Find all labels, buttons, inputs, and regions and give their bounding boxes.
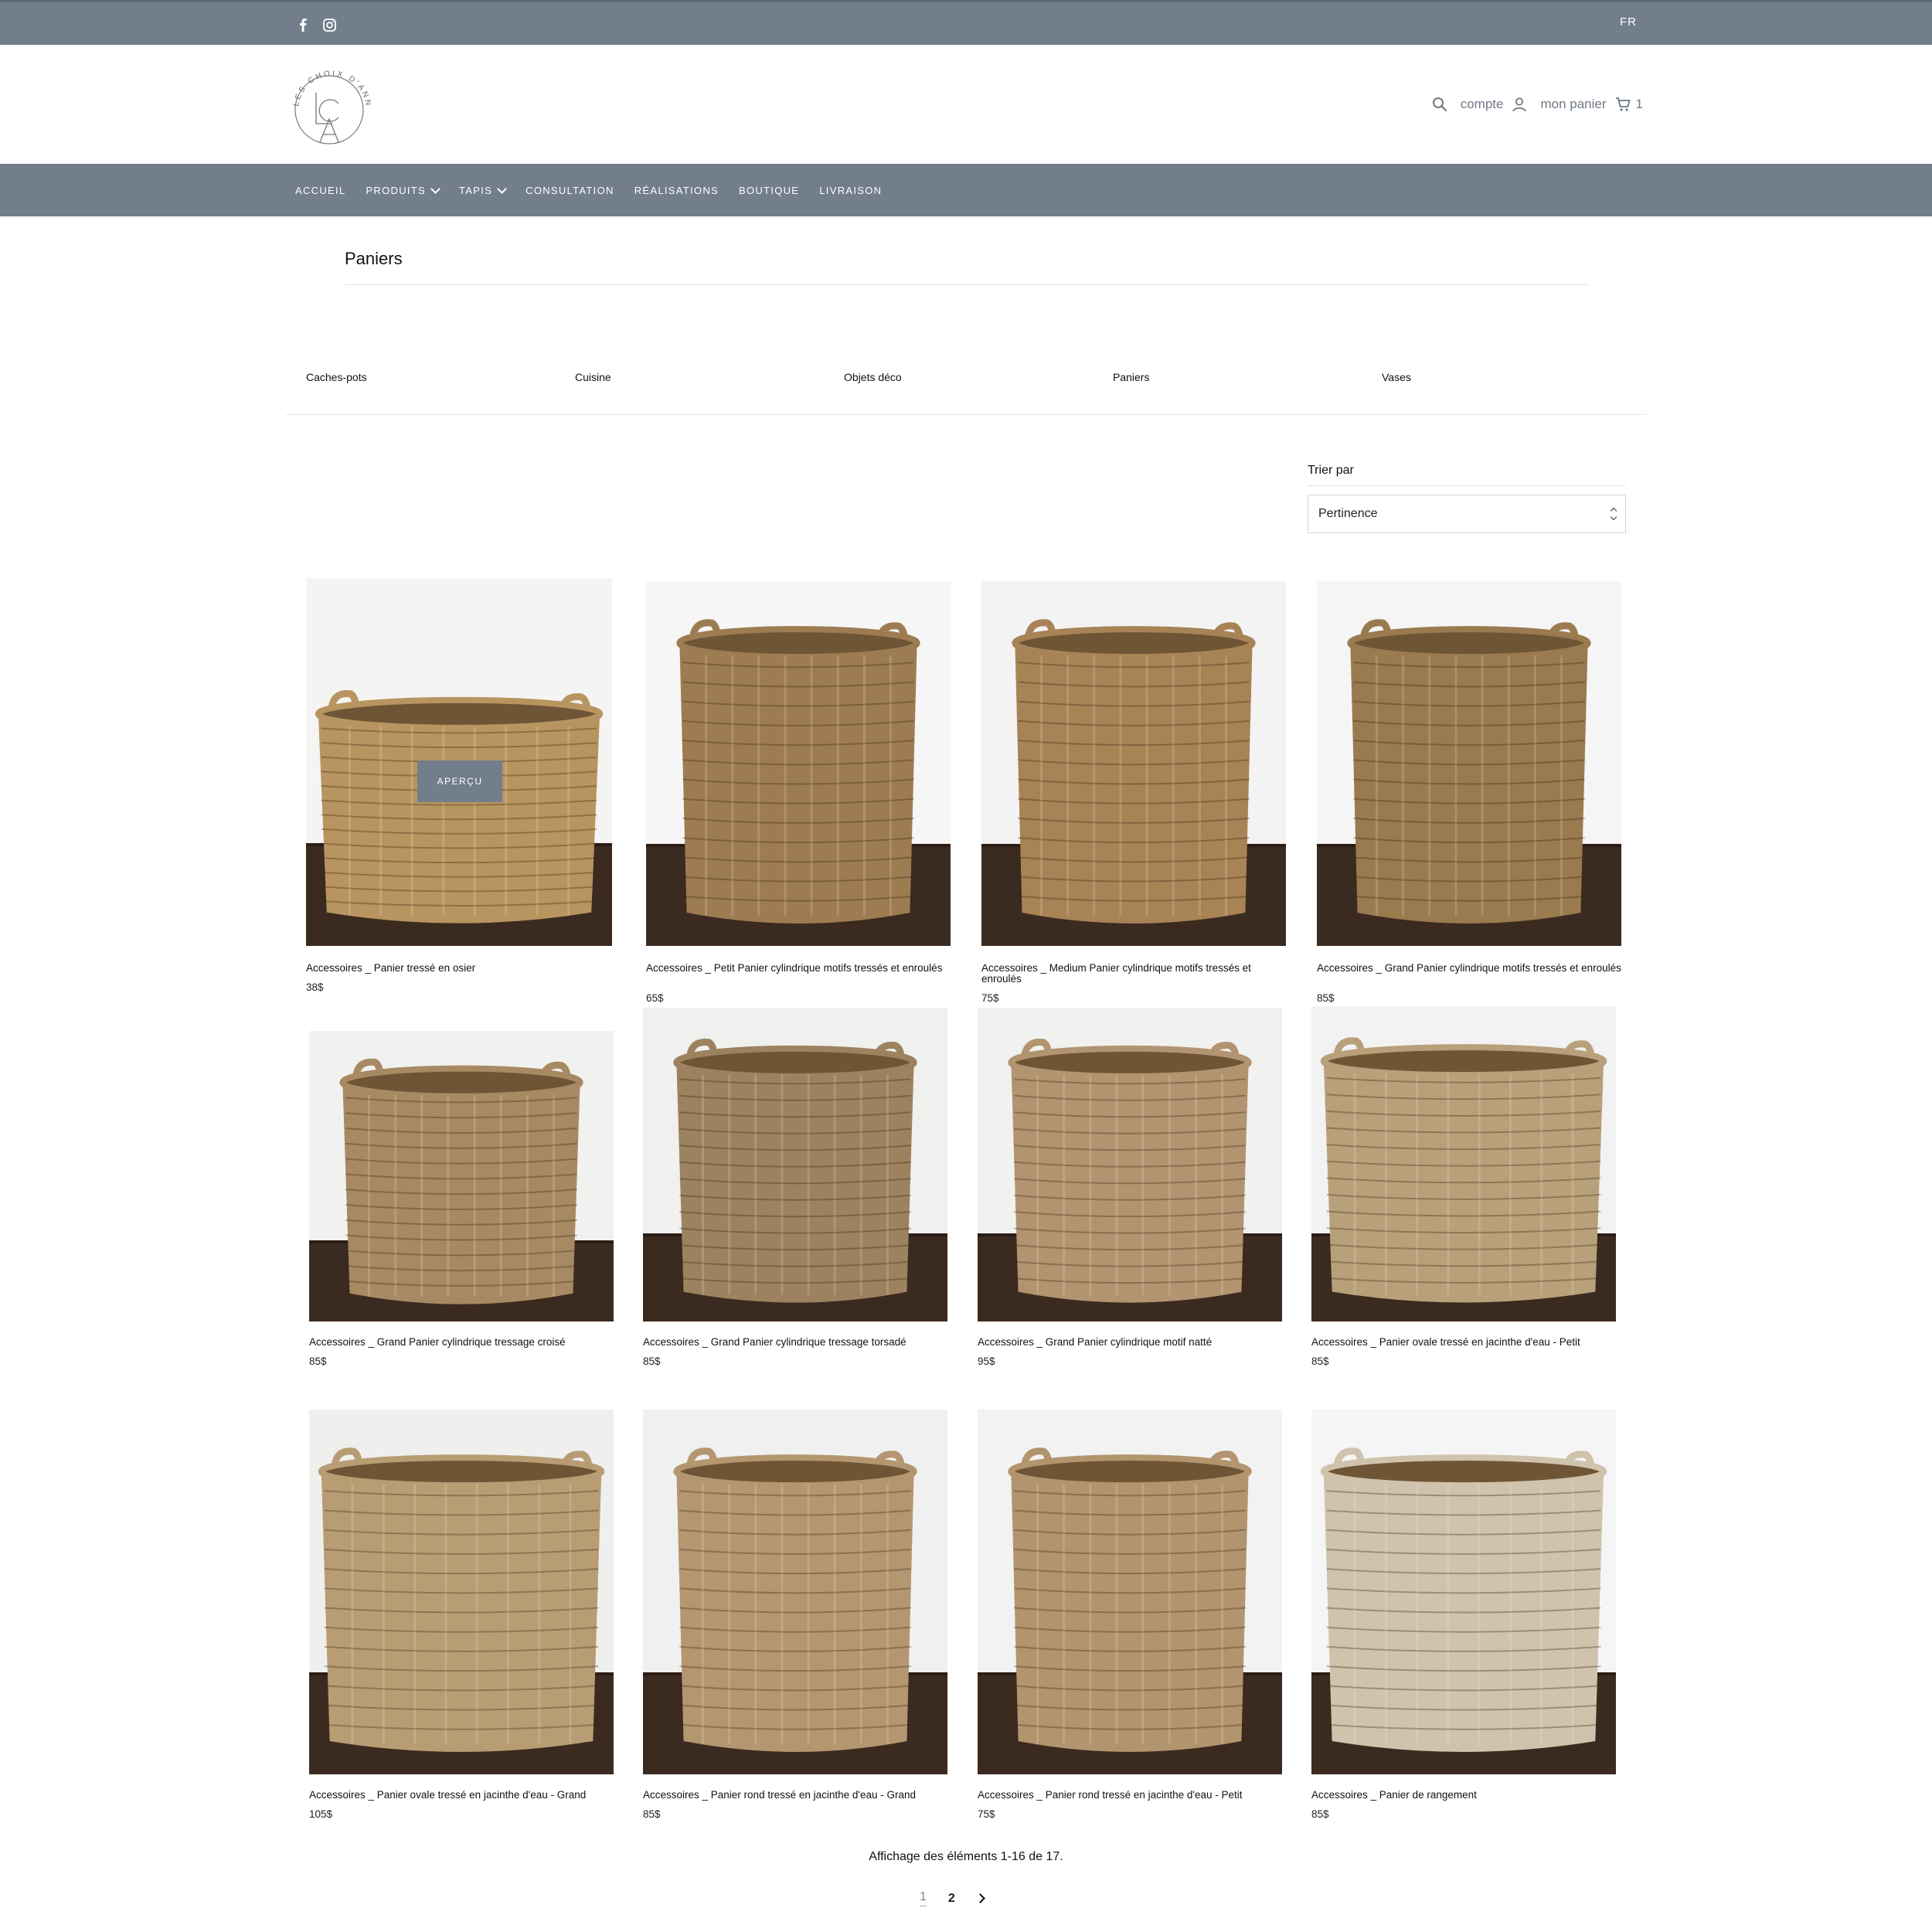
product-image[interactable] [981,581,1286,946]
nav-item-accueil[interactable]: ACCUEIL [295,185,345,196]
account-link[interactable]: compte [1461,97,1504,112]
product-name[interactable]: Accessoires _ Grand Panier cylindrique m… [1317,963,1621,974]
top-bar: FR [0,0,1932,45]
cart-link[interactable]: mon panier [1540,97,1606,112]
product-price: 85$ [1317,992,1335,1004]
site-logo[interactable]: LES CHOIX D'ANNIE [284,56,377,153]
product-price: 85$ [1311,1808,1329,1820]
nav-item-produits[interactable]: PRODUITS [366,183,440,196]
product-price: 38$ [306,981,324,993]
select-arrows-icon [1610,507,1617,521]
nav-item-consultation[interactable]: CONSULTATION [526,185,614,196]
cart-icon[interactable] [1614,96,1631,113]
product-name[interactable]: Accessoires _ Panier de rangement [1311,1790,1616,1801]
product-image[interactable] [643,1008,947,1321]
product-price: 85$ [309,1355,327,1367]
category-caches-pots[interactable]: Caches-pots [306,371,575,383]
chevron-down-icon [497,183,508,194]
product-image[interactable] [643,1410,947,1774]
product-image[interactable] [978,1008,1282,1321]
nav-label: TAPIS [459,184,493,196]
chevron-down-icon [430,183,440,194]
chevron-right-icon[interactable] [975,1893,985,1903]
sort-value: Pertinence [1318,507,1378,520]
nav-label: RÉALISATIONS [634,184,719,196]
product-image[interactable] [1311,1006,1616,1321]
nav-item-realisations[interactable]: RÉALISATIONS [634,185,719,196]
product-image[interactable] [646,581,951,946]
sort-divider [1308,485,1626,486]
product-price: 85$ [643,1355,661,1367]
category-paniers[interactable]: Paniers [1113,371,1382,383]
user-icon[interactable] [1511,96,1528,113]
product-image[interactable] [978,1410,1282,1774]
nav-label: BOUTIQUE [738,184,800,196]
nav-label: PRODUITS [366,184,427,196]
page-1[interactable]: 1 [920,1890,927,1906]
instagram-icon[interactable] [321,16,337,33]
pagination: 1 2 [920,1890,985,1906]
title-divider [345,284,1589,285]
nav-label: ACCUEIL [295,184,346,196]
product-name[interactable]: Accessoires _ Panier tressé en osier [306,963,612,974]
nav-item-livraison[interactable]: LIVRAISON [819,185,882,196]
product-name[interactable]: Accessoires _ Petit Panier cylindrique m… [646,963,951,974]
product-image[interactable] [309,1410,614,1774]
category-objets-deco[interactable]: Objets déco [844,371,1113,383]
nav-item-boutique[interactable]: BOUTIQUE [739,185,799,196]
product-price: 75$ [978,1808,995,1820]
main-nav: ACCUEIL PRODUITS TAPIS CONSULTATION RÉAL… [0,164,1932,216]
sort-select[interactable]: Pertinence [1308,495,1626,533]
category-cuisine[interactable]: Cuisine [575,371,844,383]
product-image[interactable] [1317,581,1621,946]
cart-count: 1 [1635,97,1643,111]
product-image[interactable] [1311,1410,1616,1774]
language-selector[interactable]: FR [1620,15,1637,29]
product-name[interactable]: Accessoires _ Grand Panier cylindrique t… [309,1337,614,1348]
social-links [295,16,337,33]
product-price: 95$ [978,1355,995,1367]
header-actions: compte mon panier 1 [1431,96,1643,113]
product-name[interactable]: Accessoires _ Panier ovale tressé en jac… [309,1790,614,1801]
product-price: 65$ [646,992,664,1004]
site-header: LES CHOIX D'ANNIE compte mon panier 1 [0,45,1932,164]
search-icon[interactable] [1431,96,1448,113]
product-name[interactable]: Accessoires _ Grand Panier cylindrique m… [978,1337,1282,1348]
product-image[interactable] [309,1031,614,1321]
product-name[interactable]: Accessoires _ Panier rond tressé en jaci… [643,1790,947,1801]
product-name[interactable]: Accessoires _ Panier rond tressé en jaci… [978,1790,1282,1801]
category-links: Caches-pots Cuisine Objets déco Paniers … [306,371,1651,383]
product-price: 85$ [1311,1355,1329,1367]
product-name[interactable]: Accessoires _ Medium Panier cylindrique … [981,963,1286,985]
product-name[interactable]: Accessoires _ Grand Panier cylindrique t… [643,1337,947,1348]
categories-divider [286,414,1646,415]
page-title: Paniers [345,249,403,268]
page-2[interactable]: 2 [948,1892,955,1906]
category-vases[interactable]: Vases [1382,371,1651,383]
product-price: 75$ [981,992,999,1004]
sort-label: Trier par [1308,464,1354,477]
product-name[interactable]: Accessoires _ Panier ovale tressé en jac… [1311,1337,1616,1348]
pagination-info: Affichage des éléments 1-16 de 17. [869,1850,1063,1863]
product-price: 105$ [309,1808,333,1820]
svg-text:LES CHOIX D'ANNIE: LES CHOIX D'ANNIE [287,62,372,108]
product-price: 85$ [643,1808,661,1820]
nav-label: LIVRAISON [819,184,883,196]
quick-view-button[interactable]: APERÇU [417,760,502,802]
facebook-icon[interactable] [295,16,311,33]
nav-label: CONSULTATION [526,184,614,196]
nav-item-tapis[interactable]: TAPIS [459,183,508,196]
